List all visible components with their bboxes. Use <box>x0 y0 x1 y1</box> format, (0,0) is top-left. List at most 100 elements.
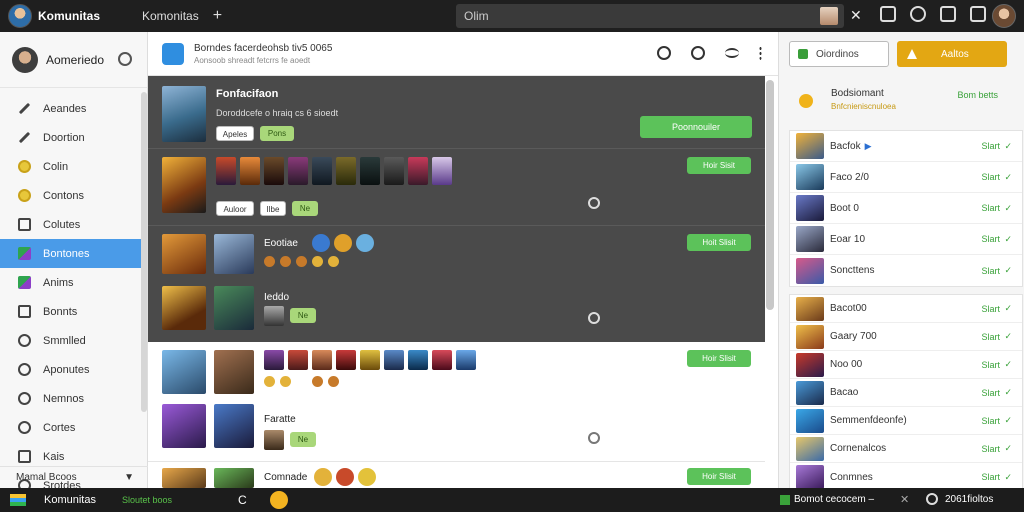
list-item[interactable]: Semmenfdeonfe) Slart ✓ <box>790 407 1022 435</box>
start-link[interactable]: Slart <box>981 388 1000 398</box>
emoji-icon[interactable] <box>270 491 288 509</box>
game-tile[interactable] <box>288 157 308 185</box>
row-action-button[interactable]: Hoir Slisit <box>687 350 751 367</box>
sidebar-item-10[interactable]: Nemnos <box>0 384 147 413</box>
game-tile[interactable] <box>216 157 236 185</box>
promo-banner[interactable]: Bodsiomant Bnfcnieniscnuloea Bom betts <box>789 80 1014 120</box>
globe-icon[interactable] <box>926 493 938 505</box>
row-chip[interactable]: Ne <box>290 432 316 447</box>
game-tile[interactable] <box>288 350 308 370</box>
row-chip-2[interactable]: Ilbe <box>260 201 286 216</box>
user-avatar[interactable] <box>992 4 1016 28</box>
row-chip[interactable]: Ne <box>290 308 316 323</box>
game-row-4[interactable]: Comnade Hoir Slisit <box>148 462 765 488</box>
row-action-button[interactable]: Hoir Slisit <box>687 468 751 485</box>
game-row-3[interactable]: Faratte Ne Hoir Slisit <box>148 342 765 462</box>
sidebar-item-8[interactable]: Smmlled <box>0 326 147 355</box>
row-chip-3[interactable]: Ne <box>292 201 318 216</box>
game-tile[interactable] <box>264 306 284 326</box>
new-tab-icon[interactable]: + <box>213 7 222 25</box>
more-icon[interactable] <box>759 46 762 60</box>
game-row-1[interactable]: Auloor Ilbe Ne Hoir Sisit <box>148 149 765 226</box>
game-tile[interactable] <box>336 350 356 370</box>
list-item[interactable]: Noo 00 Slart ✓ <box>790 351 1022 379</box>
sidebar-item-0[interactable]: Aeandes <box>0 94 147 123</box>
taskbar-letter[interactable]: C <box>238 493 247 507</box>
taskbar-app[interactable]: Komunitas <box>44 494 96 506</box>
notification-icon[interactable] <box>910 6 926 22</box>
app-avatar[interactable] <box>8 4 32 28</box>
search-input[interactable]: Olim <box>456 4 844 28</box>
game-tile[interactable] <box>360 157 380 185</box>
sidebar-item-4[interactable]: Colutes <box>0 210 147 239</box>
list-item[interactable]: Soncttens Slart ✓ <box>790 255 1022 286</box>
featured-chip-2[interactable]: Pons <box>260 126 294 141</box>
start-link[interactable]: Slart <box>981 472 1000 482</box>
list-item[interactable]: Cornenalcos Slart ✓ <box>790 435 1022 463</box>
start-link[interactable]: Slart <box>981 304 1000 314</box>
settings-icon[interactable] <box>118 52 132 66</box>
start-link[interactable]: Slart <box>981 203 1000 213</box>
emoji-icon[interactable] <box>691 46 705 60</box>
primary-button[interactable]: Aaltos <box>897 41 1007 67</box>
list-item[interactable]: Eoar 10 Slart ✓ <box>790 224 1022 255</box>
list-item[interactable]: Conmnes Slart ✓ <box>790 463 1022 491</box>
row-action-button[interactable]: Hoit Slisit <box>687 234 751 251</box>
sidebar-item-5[interactable]: Bontones <box>0 239 147 268</box>
start-link[interactable]: Slart <box>981 360 1000 370</box>
game-tile[interactable] <box>456 350 476 370</box>
tag-icon[interactable] <box>940 6 956 22</box>
start-link[interactable]: Slart <box>981 141 1000 151</box>
start-link[interactable]: Slart <box>981 266 1000 276</box>
start-link[interactable]: Slart <box>981 172 1000 182</box>
list-item[interactable]: Boot 0 Slart ✓ <box>790 193 1022 224</box>
sidebar-item-6[interactable]: Anims <box>0 268 147 297</box>
featured-action-button[interactable]: Poonnouiler <box>640 116 752 138</box>
game-tile[interactable] <box>240 157 260 185</box>
sidebar-scrollbar[interactable] <box>141 92 147 412</box>
game-tile[interactable] <box>384 350 404 370</box>
start-link[interactable]: Slart <box>981 332 1000 342</box>
game-tile[interactable] <box>432 157 452 185</box>
menu-icon[interactable] <box>725 48 739 58</box>
list-item[interactable]: Faco 2/0 Slart ✓ <box>790 162 1022 193</box>
start-link[interactable]: Slart <box>981 444 1000 454</box>
list-item[interactable]: Bacfok ▶ Slart ✓ <box>790 131 1022 162</box>
row-chip-1[interactable]: Auloor <box>216 201 254 216</box>
game-tile[interactable] <box>408 157 428 185</box>
game-tile[interactable] <box>264 350 284 370</box>
main-scrollbar[interactable] <box>766 80 774 310</box>
game-tile[interactable] <box>264 157 284 185</box>
start-link[interactable]: Slart <box>981 234 1000 244</box>
game-tile[interactable] <box>432 350 452 370</box>
search-icon[interactable] <box>657 46 671 60</box>
game-tile[interactable] <box>336 157 356 185</box>
close-icon[interactable]: ✕ <box>900 493 909 506</box>
list-item[interactable]: Gaary 700 Slart ✓ <box>790 323 1022 351</box>
sidebar-item-1[interactable]: Doortion <box>0 123 147 152</box>
sidebar-item-11[interactable]: Cortes <box>0 413 147 442</box>
list-item[interactable]: Bacot00 Slart ✓ <box>790 295 1022 323</box>
sidebar-item-2[interactable]: Colin <box>0 152 147 181</box>
game-tile[interactable] <box>408 350 428 370</box>
promo-link[interactable]: Bom betts <box>957 90 998 100</box>
taskbar-right-label[interactable]: Bomot cecocem – <box>794 494 874 505</box>
game-row-2[interactable]: Eootiae Ieddo Ne Hoit Slisit <box>148 226 765 342</box>
featured-row[interactable]: Fonfacifaon Doroddcefe o hraiq cs 6 sioe… <box>148 76 765 149</box>
list-item[interactable]: Bacao Slart ✓ <box>790 379 1022 407</box>
filter-button[interactable]: Oiordinos <box>789 41 889 67</box>
sidebar-footer[interactable]: Mamal Bcoos ▼ <box>0 466 148 488</box>
app-logo-icon[interactable] <box>10 494 26 506</box>
game-tile[interactable] <box>264 430 284 450</box>
sidebar-item-9[interactable]: Aponutes <box>0 355 147 384</box>
window-icon[interactable] <box>880 6 896 22</box>
search-avatar[interactable] <box>820 7 838 25</box>
game-tile[interactable] <box>360 350 380 370</box>
close-icon[interactable]: ✕ <box>850 7 862 24</box>
game-tile[interactable] <box>312 350 332 370</box>
featured-chip-1[interactable]: Apeles <box>216 126 254 141</box>
tab-komonitas[interactable]: Komonitas <box>142 9 199 23</box>
sidebar-item-7[interactable]: Bonnts <box>0 297 147 326</box>
row-action-button[interactable]: Hoir Sisit <box>687 157 751 174</box>
chat-icon[interactable] <box>970 6 986 22</box>
